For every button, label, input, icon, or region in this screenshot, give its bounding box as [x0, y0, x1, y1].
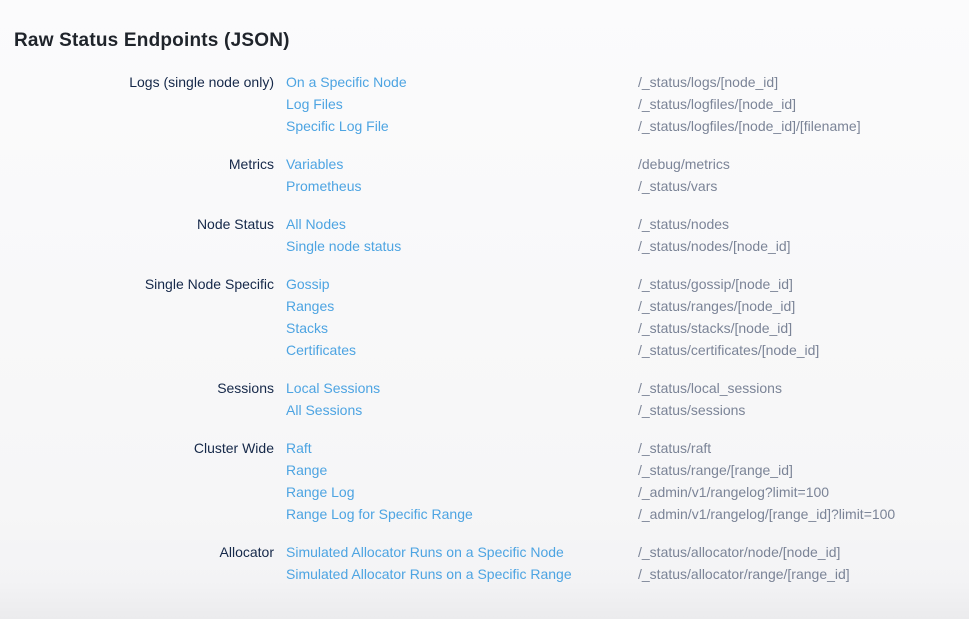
link-column: All Nodes Single node status	[286, 213, 638, 257]
endpoint-link[interactable]: Variables	[286, 153, 638, 175]
endpoint-path: /_status/logfiles/[node_id]	[638, 93, 969, 115]
endpoint-link[interactable]: Ranges	[286, 295, 638, 317]
endpoint-group-node-status: Node Status All Nodes Single node status…	[0, 213, 969, 257]
endpoint-path: /_status/vars	[638, 175, 969, 197]
endpoint-link[interactable]: All Nodes	[286, 213, 638, 235]
link-column: On a Specific Node Log Files Specific Lo…	[286, 71, 638, 137]
endpoint-path: /_status/logs/[node_id]	[638, 71, 969, 93]
link-column: Raft Range Range Log Range Log for Speci…	[286, 437, 638, 525]
endpoint-path: /_status/stacks/[node_id]	[638, 317, 969, 339]
endpoint-path: /_status/local_sessions	[638, 377, 969, 399]
endpoint-group-single-node-specific: Single Node Specific Gossip Ranges Stack…	[0, 273, 969, 361]
endpoint-path: /_status/allocator/range/[range_id]	[638, 563, 969, 585]
category-label: Single Node Specific	[0, 273, 274, 295]
endpoint-path: /_status/range/[range_id]	[638, 459, 969, 481]
endpoint-link[interactable]: Simulated Allocator Runs on a Specific N…	[286, 541, 638, 563]
endpoint-link[interactable]: Log Files	[286, 93, 638, 115]
path-column: /debug/metrics /_status/vars	[638, 153, 969, 197]
endpoint-link[interactable]: Stacks	[286, 317, 638, 339]
endpoint-path: /_status/gossip/[node_id]	[638, 273, 969, 295]
endpoint-link[interactable]: Range Log	[286, 481, 638, 503]
path-column: /_status/raft /_status/range/[range_id] …	[638, 437, 969, 525]
endpoint-link[interactable]: Simulated Allocator Runs on a Specific R…	[286, 563, 638, 585]
endpoint-path: /_admin/v1/rangelog/[range_id]?limit=100	[638, 503, 969, 525]
endpoint-path: /_status/allocator/node/[node_id]	[638, 541, 969, 563]
endpoint-path: /_status/ranges/[node_id]	[638, 295, 969, 317]
category-label: Cluster Wide	[0, 437, 274, 459]
endpoint-link[interactable]: Single node status	[286, 235, 638, 257]
path-column: /_status/gossip/[node_id] /_status/range…	[638, 273, 969, 361]
endpoint-groups: Logs (single node only) On a Specific No…	[0, 71, 969, 585]
endpoint-link[interactable]: Local Sessions	[286, 377, 638, 399]
link-column: Gossip Ranges Stacks Certificates	[286, 273, 638, 361]
link-column: Simulated Allocator Runs on a Specific N…	[286, 541, 638, 585]
category-label: Allocator	[0, 541, 274, 563]
endpoint-path: /_status/nodes/[node_id]	[638, 235, 969, 257]
endpoint-group-logs: Logs (single node only) On a Specific No…	[0, 71, 969, 137]
endpoint-path: /debug/metrics	[638, 153, 969, 175]
category-label: Sessions	[0, 377, 274, 399]
path-column: /_status/local_sessions /_status/session…	[638, 377, 969, 421]
category-label: Node Status	[0, 213, 274, 235]
endpoint-link[interactable]: All Sessions	[286, 399, 638, 421]
endpoint-link[interactable]: Gossip	[286, 273, 638, 295]
link-column: Variables Prometheus	[286, 153, 638, 197]
category-label: Metrics	[0, 153, 274, 175]
endpoint-path: /_admin/v1/rangelog?limit=100	[638, 481, 969, 503]
endpoint-link[interactable]: Certificates	[286, 339, 638, 361]
path-column: /_status/allocator/node/[node_id] /_stat…	[638, 541, 969, 585]
endpoint-link[interactable]: Raft	[286, 437, 638, 459]
endpoint-group-cluster-wide: Cluster Wide Raft Range Range Log Range …	[0, 437, 969, 525]
endpoint-path: /_status/certificates/[node_id]	[638, 339, 969, 361]
endpoint-group-allocator: Allocator Simulated Allocator Runs on a …	[0, 541, 969, 585]
page-title: Raw Status Endpoints (JSON)	[0, 16, 969, 53]
endpoint-path: /_status/raft	[638, 437, 969, 459]
path-column: /_status/nodes /_status/nodes/[node_id]	[638, 213, 969, 257]
link-column: Local Sessions All Sessions	[286, 377, 638, 421]
endpoint-group-sessions: Sessions Local Sessions All Sessions /_s…	[0, 377, 969, 421]
endpoint-link[interactable]: Range Log for Specific Range	[286, 503, 638, 525]
endpoint-path: /_status/logfiles/[node_id]/[filename]	[638, 115, 969, 137]
endpoint-link[interactable]: Range	[286, 459, 638, 481]
endpoint-path: /_status/nodes	[638, 213, 969, 235]
endpoint-group-metrics: Metrics Variables Prometheus /debug/metr…	[0, 153, 969, 197]
endpoint-link[interactable]: Prometheus	[286, 175, 638, 197]
path-column: /_status/logs/[node_id] /_status/logfile…	[638, 71, 969, 137]
endpoint-link[interactable]: Specific Log File	[286, 115, 638, 137]
endpoint-path: /_status/sessions	[638, 399, 969, 421]
endpoint-link[interactable]: On a Specific Node	[286, 71, 638, 93]
category-label: Logs (single node only)	[0, 71, 274, 93]
